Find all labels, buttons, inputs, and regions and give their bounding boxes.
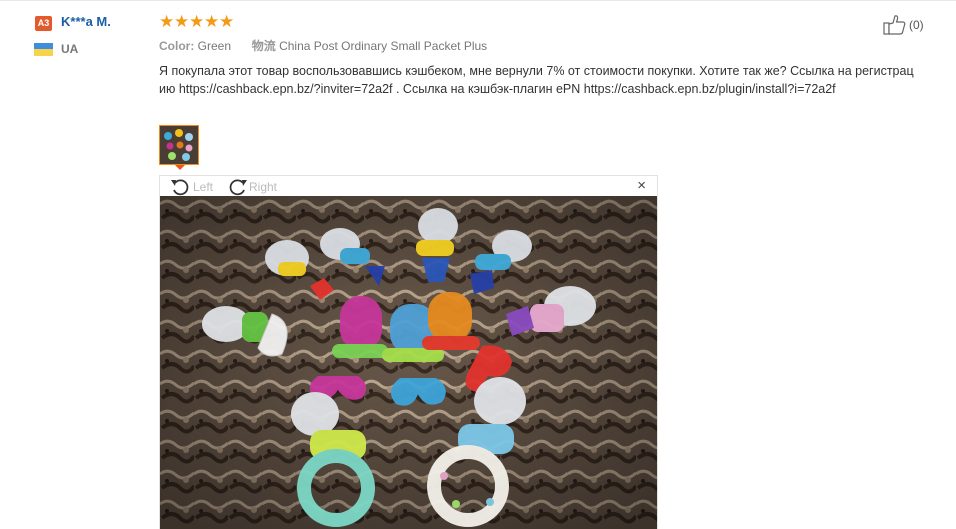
star-icon: ★ — [204, 12, 220, 31]
shipping-value: China Post Ordinary Small Packet Plus — [279, 39, 488, 53]
helpful-count: (0) — [909, 18, 924, 32]
star-icon: ★ — [159, 12, 175, 31]
rotate-right-label: Right — [249, 180, 278, 194]
reviewer-country: UA — [61, 42, 79, 56]
viewer-toolbar: Left Right × — [160, 176, 657, 196]
thumbs-up-icon[interactable] — [883, 14, 907, 36]
reviewer-name[interactable]: K***a M. — [61, 14, 111, 29]
star-icon: ★ — [189, 12, 205, 31]
star-icon: ★ — [219, 12, 235, 31]
review-meta: Color: Green 物流 China Post Ordinary Smal… — [159, 37, 487, 54]
shipping-label: 物流 — [251, 39, 276, 53]
review-photo — [160, 196, 657, 529]
rotate-left-label: Left — [193, 180, 214, 194]
helpful-button[interactable]: (0) — [883, 14, 924, 36]
rotate-right-icon — [229, 179, 247, 196]
close-icon[interactable]: × — [637, 177, 646, 194]
color-label: Color: — [159, 39, 195, 53]
country-flag-icon — [34, 43, 53, 56]
user-level-badge: A3 — [35, 16, 52, 31]
rotate-left-icon — [171, 179, 189, 196]
photo-viewer: Left Right × — [159, 175, 658, 529]
star-rating: ★ ★ ★ ★ ★ — [159, 12, 234, 32]
review-text: Я покупала этот товар воспользовавшись к… — [159, 64, 914, 96]
rotate-left-button[interactable]: Left — [170, 177, 213, 197]
top-divider — [0, 0, 956, 1]
review-photo-thumbnail[interactable] — [159, 125, 199, 165]
rotate-right-button[interactable]: Right — [226, 177, 277, 197]
star-icon: ★ — [174, 12, 190, 31]
thumbnail-selected-indicator — [175, 165, 185, 170]
close-viewer-button[interactable]: × — [637, 178, 646, 194]
color-value: Green — [197, 39, 232, 53]
